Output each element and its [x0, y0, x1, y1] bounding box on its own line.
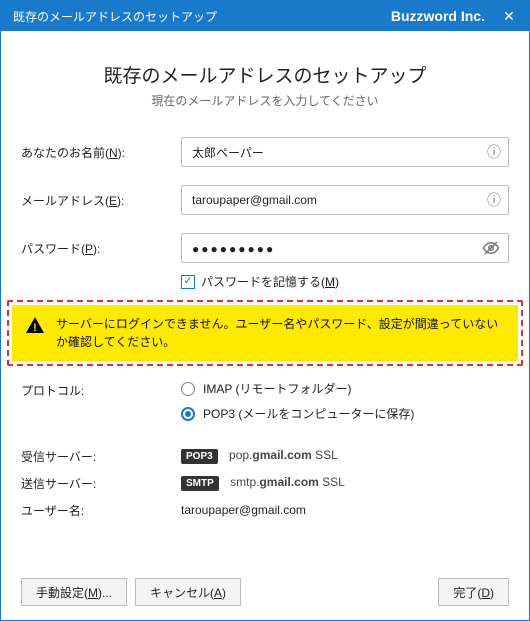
server-host-post: SSL: [319, 475, 345, 489]
outgoing-label: 送信サーバー:: [21, 473, 181, 492]
checkbox-label: パスワードを記憶する(M): [201, 273, 339, 290]
row-email: メールアドレス(E): ⓘ: [21, 185, 509, 215]
radio-label: IMAP (リモートフォルダー): [203, 380, 351, 397]
label-accel: N: [109, 146, 118, 160]
password-input[interactable]: ●●●●●●●●●: [181, 233, 509, 263]
btn-text: キャンセル(: [150, 586, 214, 600]
radio-pop3[interactable]: POP3 (メールをコンピューターに保存): [181, 405, 414, 422]
row-outgoing-server: 送信サーバー: SMTP smtp.gmail.com SSL: [21, 473, 509, 492]
protocol-tag: POP3: [181, 449, 218, 464]
row-name: あなたのお名前(N): ⓘ: [21, 137, 509, 167]
btn-text: ): [490, 586, 494, 600]
titlebar: 既存のメールアドレスのセットアップ Buzzword Inc. ✕: [1, 1, 529, 31]
server-host-pre: pop.: [229, 448, 252, 462]
label-text: パスワードを記憶する(: [201, 275, 325, 289]
row-username: ユーザー名: taroupaper@gmail.com: [21, 500, 509, 519]
error-alert: サーバーにログインできません。ユーザー名やパスワード、設定が間違っていないか確認…: [12, 305, 518, 361]
radio-label: POP3 (メールをコンピューターに保存): [203, 405, 414, 422]
username-value: taroupaper@gmail.com: [181, 503, 306, 517]
name-label: あなたのお名前(N):: [21, 144, 181, 161]
protocol-label: プロトコル:: [21, 380, 181, 399]
protocol-radio-group: IMAP (リモートフォルダー) POP3 (メールをコンピューターに保存): [181, 380, 414, 422]
server-text: smtp.gmail.com SSL: [230, 475, 345, 489]
btn-text: ): [222, 586, 226, 600]
server-host-post: SSL: [312, 448, 338, 462]
server-text: pop.gmail.com SSL: [229, 448, 338, 462]
password-label: パスワード(P):: [21, 240, 181, 257]
label-text: あなたのお名前(: [21, 146, 109, 160]
cancel-button[interactable]: キャンセル(A): [135, 578, 241, 606]
email-input[interactable]: [181, 185, 509, 215]
error-highlight: サーバーにログインできません。ユーザー名やパスワード、設定が間違っていないか確認…: [7, 300, 523, 366]
info-icon[interactable]: ⓘ: [487, 142, 501, 162]
row-incoming-server: 受信サーバー: POP3 pop.gmail.com SSL: [21, 446, 509, 465]
incoming-label: 受信サーバー:: [21, 446, 181, 465]
manual-config-button[interactable]: 手動設定(M)...: [21, 578, 127, 606]
btn-text: 手動設定(: [36, 586, 88, 600]
name-input[interactable]: [181, 137, 509, 167]
done-button[interactable]: 完了(D): [438, 578, 509, 606]
window-brand: Buzzword Inc.: [391, 8, 485, 24]
btn-accel: D: [481, 586, 490, 600]
label-text: ):: [93, 242, 100, 256]
checkbox-icon: ✓: [181, 275, 195, 289]
protocol-tag: SMTP: [181, 476, 219, 491]
btn-text: )...: [98, 586, 112, 600]
btn-text: 完了(: [453, 586, 481, 600]
username-label: ユーザー名:: [21, 500, 181, 519]
server-host-bold: gmail.com: [259, 475, 318, 489]
remember-password-checkbox[interactable]: ✓ パスワードを記憶する(M): [181, 273, 509, 290]
label-accel: P: [85, 242, 93, 256]
label-text: ):: [118, 146, 125, 160]
incoming-value: POP3 pop.gmail.com SSL: [181, 448, 338, 464]
server-host-bold: gmail.com: [252, 448, 311, 462]
warning-icon: [26, 317, 44, 333]
page-subtitle: 現在のメールアドレスを入力してください: [21, 92, 509, 109]
label-text: ): [335, 275, 339, 289]
info-icon[interactable]: ⓘ: [487, 190, 501, 210]
label-accel: M: [325, 275, 335, 289]
radio-icon: [181, 382, 195, 396]
page-title: 既存のメールアドレスのセットアップ: [21, 61, 509, 88]
btn-accel: A: [214, 586, 222, 600]
footer: 手動設定(M)... キャンセル(A) 完了(D): [1, 564, 529, 620]
email-label: メールアドレス(E):: [21, 192, 181, 209]
error-text: サーバーにログインできません。ユーザー名やパスワード、設定が間違っていないか確認…: [56, 317, 498, 349]
close-icon[interactable]: ✕: [499, 8, 519, 25]
radio-icon: [181, 407, 195, 421]
radio-imap[interactable]: IMAP (リモートフォルダー): [181, 380, 414, 397]
content: 既存のメールアドレスのセットアップ 現在のメールアドレスを入力してください あな…: [1, 31, 529, 564]
row-protocol: プロトコル: IMAP (リモートフォルダー) POP3 (メールをコンピュータ…: [21, 380, 509, 422]
row-password: パスワード(P): ●●●●●●●●●: [21, 233, 509, 263]
label-text: ):: [117, 194, 124, 208]
label-text: パスワード(: [21, 242, 85, 256]
password-mask: ●●●●●●●●●: [182, 234, 508, 264]
server-host-pre: smtp.: [230, 475, 259, 489]
label-accel: E: [109, 194, 117, 208]
btn-accel: M: [88, 586, 98, 600]
outgoing-value: SMTP smtp.gmail.com SSL: [181, 475, 345, 491]
label-text: メールアドレス(: [21, 194, 109, 208]
toggle-password-icon[interactable]: [482, 239, 500, 257]
window-title: 既存のメールアドレスのセットアップ: [13, 8, 391, 25]
